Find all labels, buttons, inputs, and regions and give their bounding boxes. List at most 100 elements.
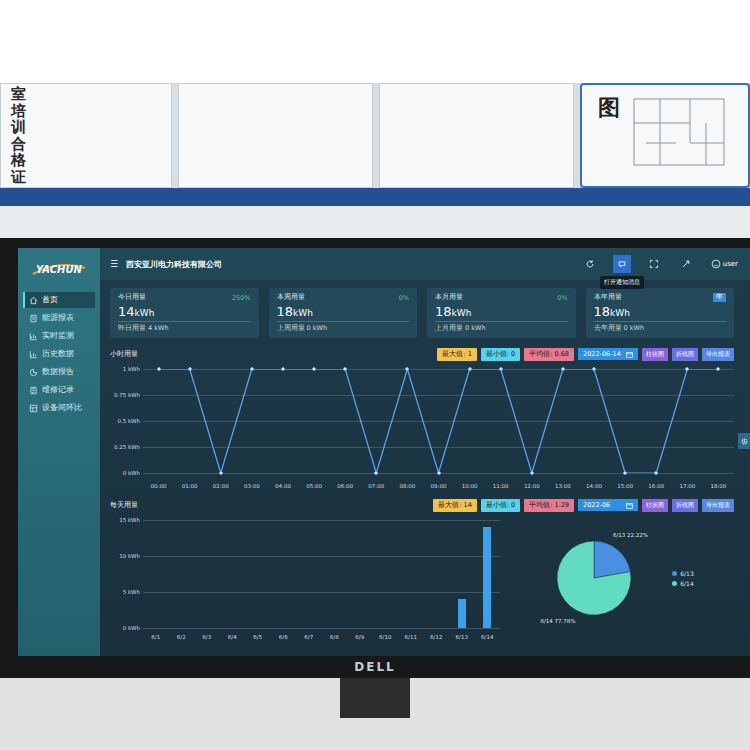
card-change: 年 — [713, 293, 726, 302]
sidebar-item[interactable]: 设备间环比 — [23, 400, 95, 416]
x-tick: 6/12 — [424, 634, 450, 640]
stat-chip: 平均值: 0.68 — [524, 348, 574, 361]
chart-button[interactable]: 柱状图 — [642, 499, 668, 512]
wall: 室培训合格证图 — [0, 0, 750, 238]
menu-item-icon — [29, 386, 38, 395]
x-tick: 6/5 — [245, 634, 271, 640]
sidebar-item[interactable]: 维修记录 — [23, 382, 95, 398]
desk — [0, 678, 750, 750]
data-point[interactable] — [343, 367, 347, 371]
data-point[interactable] — [437, 471, 441, 475]
data-point[interactable] — [374, 471, 378, 475]
toolbar-button[interactable] — [645, 255, 663, 273]
summary-card: 本周用量0%18kWh上周用量 0 kWh — [269, 288, 418, 338]
x-tick: 6/4 — [220, 634, 246, 640]
x-tick: 6/1 — [143, 634, 169, 640]
data-point[interactable] — [561, 367, 565, 371]
pie-chart: 6/13 22.22%6/14 77.78%6/136/14 — [510, 516, 734, 640]
menu-toggle-button[interactable]: ☰ — [110, 259, 118, 269]
content: 今日用量250%14kWh昨日用量 4 kWh本周用量0%18kWh上周用量 0… — [100, 280, 750, 656]
data-point[interactable] — [716, 367, 720, 371]
data-point[interactable] — [281, 367, 285, 371]
chart-button[interactable]: 导出报表 — [702, 499, 734, 512]
toolbar-icon — [649, 259, 659, 269]
card-title: 今日用量 — [118, 293, 146, 302]
bar[interactable] — [483, 527, 491, 628]
photo-scene: 室培训合格证图 YACHUN 首页能源报表实时监测历史数据数据报告维修记录设备间环比… — [0, 0, 750, 750]
sidebar-item-label: 设备间环比 — [42, 403, 82, 413]
sidebar-item[interactable]: 首页 — [23, 292, 95, 308]
card-previous: 昨日用量 4 kWh — [118, 324, 251, 333]
x-tick: 6/6 — [271, 634, 297, 640]
plan-board: 图 — [580, 83, 750, 188]
chart-button[interactable]: 折线图 — [672, 348, 698, 361]
wall-lower — [0, 206, 750, 238]
sidebar-item-label: 历史数据 — [42, 349, 74, 359]
settings-tab[interactable] — [738, 433, 750, 449]
sidebar-item[interactable]: 实时监测 — [23, 328, 95, 344]
company-name: 西安亚川电力科技有限公司 — [126, 259, 222, 270]
plan-title: 图 — [598, 93, 620, 123]
legend-item[interactable]: 6/14 — [672, 580, 693, 587]
date-picker[interactable]: 2022-06-14 — [578, 348, 638, 360]
sidebar-item[interactable]: 历史数据 — [23, 346, 95, 362]
blue-band — [0, 188, 750, 206]
x-tick: 13:00 — [547, 483, 578, 489]
data-point[interactable] — [592, 367, 596, 371]
sidebar-item[interactable]: 能源报表 — [23, 310, 95, 326]
data-point[interactable] — [685, 367, 689, 371]
card-previous: 上月用量 0 kWh — [435, 324, 568, 333]
data-point[interactable] — [468, 367, 472, 371]
card-value: 14kWh — [118, 304, 251, 319]
toolbar-button[interactable]: 打开通知消息 — [613, 255, 631, 273]
x-tick: 12:00 — [516, 483, 547, 489]
data-point[interactable] — [405, 367, 409, 371]
data-point[interactable] — [250, 367, 254, 371]
x-tick: 06:00 — [330, 483, 361, 489]
chart-button[interactable]: 柱状图 — [642, 348, 668, 361]
data-point[interactable] — [499, 367, 503, 371]
data-point[interactable] — [188, 367, 192, 371]
stat-chip: 最小值: 0 — [481, 348, 520, 361]
toolbar-button[interactable] — [677, 255, 695, 273]
card-title: 本年用量 — [594, 293, 622, 302]
date-picker[interactable]: 2022-06 — [578, 499, 638, 511]
menu-item-icon — [29, 314, 38, 323]
x-tick: 07:00 — [361, 483, 392, 489]
y-tick: 0.75 kWh — [110, 392, 140, 398]
wall-top — [0, 0, 750, 83]
data-point[interactable] — [623, 471, 627, 475]
data-point[interactable] — [219, 471, 223, 475]
sidebar-item[interactable]: 数据报告 — [23, 364, 95, 380]
bar[interactable] — [458, 599, 466, 628]
chart-button[interactable]: 导出报表 — [702, 348, 734, 361]
toolbar-button[interactable] — [581, 255, 599, 273]
data-point[interactable] — [654, 471, 658, 475]
user-menu[interactable]: user — [711, 259, 738, 269]
calendar-icon — [626, 351, 633, 358]
main-area: ☰西安亚川电力科技有限公司打开通知消息user今日用量250%14kWh昨日用量… — [100, 248, 750, 656]
bar-chart: 15 kWh10 kWh5 kWh0 kWh6/16/26/36/46/56/6… — [110, 516, 500, 640]
x-tick: 6/10 — [373, 634, 399, 640]
boards: 室培训合格证图 — [0, 83, 750, 188]
data-point[interactable] — [157, 367, 161, 371]
data-point[interactable] — [312, 367, 316, 371]
data-point[interactable] — [530, 471, 534, 475]
monitor: YACHUN 首页能源报表实时监测历史数据数据报告维修记录设备间环比 ☰ 西安亚川电力… — [0, 238, 750, 678]
sidebar-item-label: 数据报告 — [42, 367, 74, 377]
logo[interactable]: YACHUN — [23, 258, 95, 280]
daily-chart: 每天用量最大值: 14最小值: 0平均值: 1.292022-06柱状图折线图导… — [110, 498, 734, 640]
pie — [550, 534, 638, 622]
menu-item-icon — [29, 404, 38, 413]
stat-chip: 最大值: 14 — [433, 499, 477, 512]
x-tick: 16:00 — [641, 483, 672, 489]
pie-slice[interactable] — [557, 541, 631, 615]
summary-card: 本年用量年18kWh去年用量 0 kWh — [586, 288, 735, 338]
chart-title: 每天用量 — [110, 500, 429, 510]
y-tick: 0 kWh — [110, 625, 140, 631]
y-tick: 10 kWh — [110, 553, 140, 559]
legend-item[interactable]: 6/13 — [672, 570, 693, 577]
top-bar: ☰ 西安亚川电力科技有限公司 打开通知消息 user — [100, 248, 750, 280]
chart-button[interactable]: 折线图 — [672, 499, 698, 512]
stat-chip: 最小值: 0 — [481, 499, 520, 512]
